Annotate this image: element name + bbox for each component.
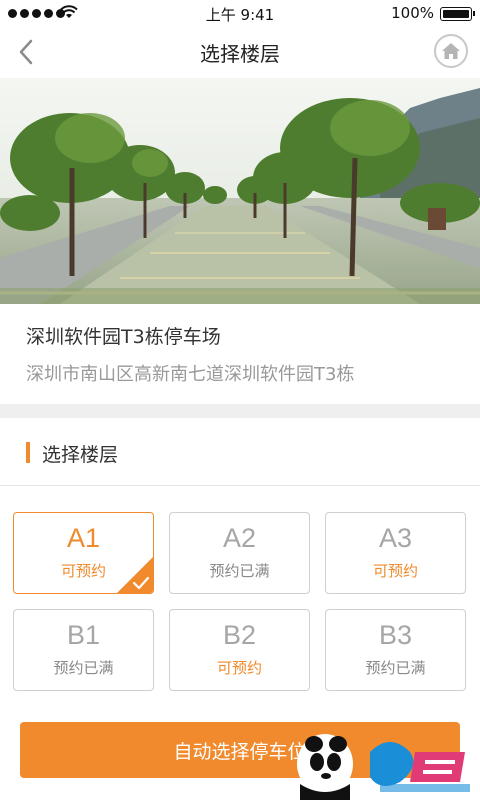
parking-lot-name: 深圳软件园T3栋停车场: [26, 326, 221, 348]
floor-card-a3[interactable]: A3 可预约: [325, 512, 466, 594]
section-header: 选择楼层: [0, 418, 480, 486]
floor-status: 预约已满: [53, 659, 114, 677]
floor-code: A1: [66, 523, 101, 553]
home-icon: [442, 43, 460, 59]
floor-card-b1[interactable]: B1 预约已满: [13, 609, 154, 691]
page-title: 选择楼层: [200, 42, 280, 66]
watermark-logo: [297, 734, 470, 800]
nav-bar: 选择楼层: [0, 26, 480, 78]
floor-code: B3: [378, 620, 413, 650]
parking-lot-address: 深圳市南山区高新南七道深圳软件园T3栋: [26, 364, 355, 385]
status-bar: 上午 9:41 100%: [0, 0, 480, 26]
home-button[interactable]: [434, 34, 468, 68]
floor-card-b3[interactable]: B3 预约已满: [325, 609, 466, 691]
floor-status: 可预约: [372, 562, 418, 580]
floor-grid: A1 可预约 A2 预约已满 A3 可预约 B1 预约已满 B2 可预约 B3 …: [13, 512, 467, 691]
parking-lot-info: 深圳软件园T3栋停车场 深圳市南山区高新南七道深圳软件园T3栋: [0, 304, 480, 404]
floor-status: 预约已满: [365, 659, 426, 677]
floor-code: B1: [66, 620, 101, 650]
selected-check-icon: [117, 557, 153, 593]
chevron-left-icon: [19, 39, 33, 65]
parking-lot-photo: [0, 78, 480, 304]
battery-percent: 100%: [391, 4, 434, 22]
battery-icon: [440, 7, 475, 21]
floor-status: 可预约: [216, 659, 262, 677]
section-title: 选择楼层: [42, 444, 119, 466]
floor-card-b2[interactable]: B2 可预约: [169, 609, 310, 691]
back-button[interactable]: [8, 34, 44, 70]
floor-code: A2: [222, 523, 257, 553]
section-accent-bar: [26, 442, 30, 463]
floor-card-a2[interactable]: A2 预约已满: [169, 512, 310, 594]
floor-code: A3: [378, 523, 413, 553]
section-divider: [0, 404, 480, 418]
floor-card-a1[interactable]: A1 可预约: [13, 512, 154, 594]
floor-code: B2: [222, 620, 257, 650]
floor-status: 预约已满: [209, 562, 270, 580]
